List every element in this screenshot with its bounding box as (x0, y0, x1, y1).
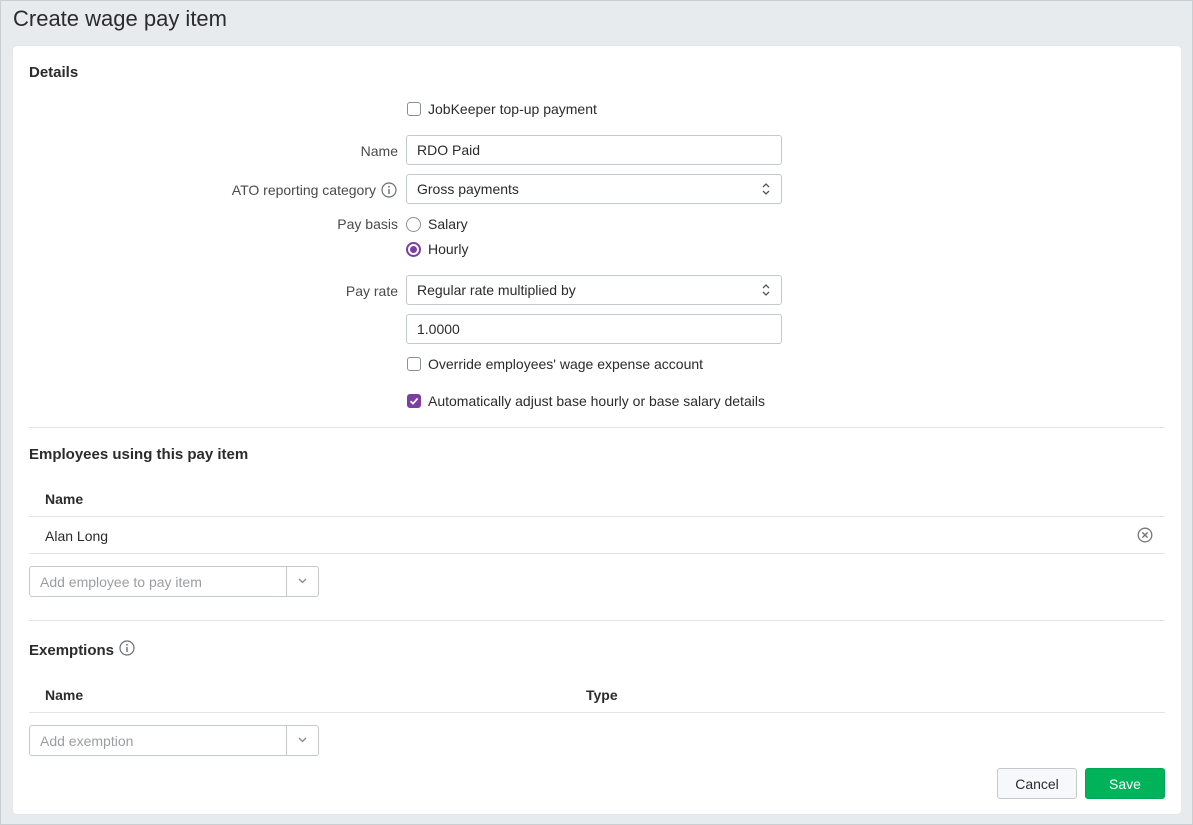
ato-category-value: Gross payments (417, 181, 519, 197)
ato-category-label: ATO reporting category (231, 182, 376, 198)
employee-row-name: Alan Long (45, 528, 109, 544)
pay-basis-hourly-radio[interactable] (406, 242, 421, 257)
form-card: Details JobKeeper top-up payment Name RD… (13, 46, 1181, 814)
auto-adjust-label: Automatically adjust base hourly or base… (428, 393, 765, 409)
exemptions-name-column-header: Name (45, 687, 84, 703)
page-title: Create wage pay item (13, 6, 227, 31)
name-label: Name (360, 143, 398, 159)
add-exemption-dropdown-button[interactable] (286, 726, 318, 755)
pay-rate-multiplier-value: 1.0000 (417, 321, 460, 337)
info-icon[interactable] (381, 182, 397, 198)
chevron-down-icon (298, 737, 307, 743)
auto-adjust-checkbox[interactable] (407, 394, 421, 408)
add-exemption-placeholder: Add exemption (40, 733, 134, 749)
select-arrows-icon (762, 284, 770, 296)
override-expense-label: Override employees' wage expense account (428, 356, 704, 372)
remove-icon[interactable] (1137, 527, 1153, 543)
exemptions-type-column-header: Type (586, 687, 618, 703)
pay-rate-select[interactable]: Regular rate multiplied by (406, 275, 782, 305)
employees-name-column-header: Name (45, 491, 84, 507)
section-divider (29, 427, 1165, 428)
table-divider (29, 712, 1165, 713)
cancel-button[interactable]: Cancel (997, 768, 1077, 799)
section-divider (29, 620, 1165, 621)
info-icon[interactable] (119, 640, 135, 656)
ato-category-select[interactable]: Gross payments (406, 174, 782, 204)
add-employee-placeholder: Add employee to pay item (40, 574, 202, 590)
chevron-down-icon (298, 578, 307, 584)
details-heading: Details (29, 64, 79, 81)
name-input[interactable]: RDO Paid (406, 135, 782, 165)
pay-basis-hourly-label: Hourly (428, 241, 469, 257)
jobkeeper-checkbox[interactable] (407, 102, 421, 116)
override-expense-checkbox[interactable] (407, 357, 421, 371)
jobkeeper-label: JobKeeper top-up payment (428, 101, 597, 117)
pay-basis-salary-label: Salary (428, 216, 468, 232)
employees-heading: Employees using this pay item (29, 446, 249, 463)
save-button[interactable]: Save (1085, 768, 1165, 799)
pay-rate-label: Pay rate (345, 283, 398, 299)
checkmark-icon (409, 397, 419, 405)
add-employee-dropdown-button[interactable] (286, 567, 318, 596)
add-exemption-combobox[interactable]: Add exemption (29, 725, 319, 756)
pay-rate-value: Regular rate multiplied by (417, 282, 576, 298)
pay-basis-label: Pay basis (337, 216, 398, 232)
pay-basis-salary-radio[interactable] (406, 217, 421, 232)
add-employee-combobox[interactable]: Add employee to pay item (29, 566, 319, 597)
select-arrows-icon (762, 183, 770, 195)
table-divider (29, 553, 1165, 554)
exemptions-heading: Exemptions (29, 642, 115, 659)
name-value: RDO Paid (417, 142, 481, 158)
pay-rate-multiplier-input[interactable]: 1.0000 (406, 314, 782, 344)
table-divider (29, 516, 1165, 517)
